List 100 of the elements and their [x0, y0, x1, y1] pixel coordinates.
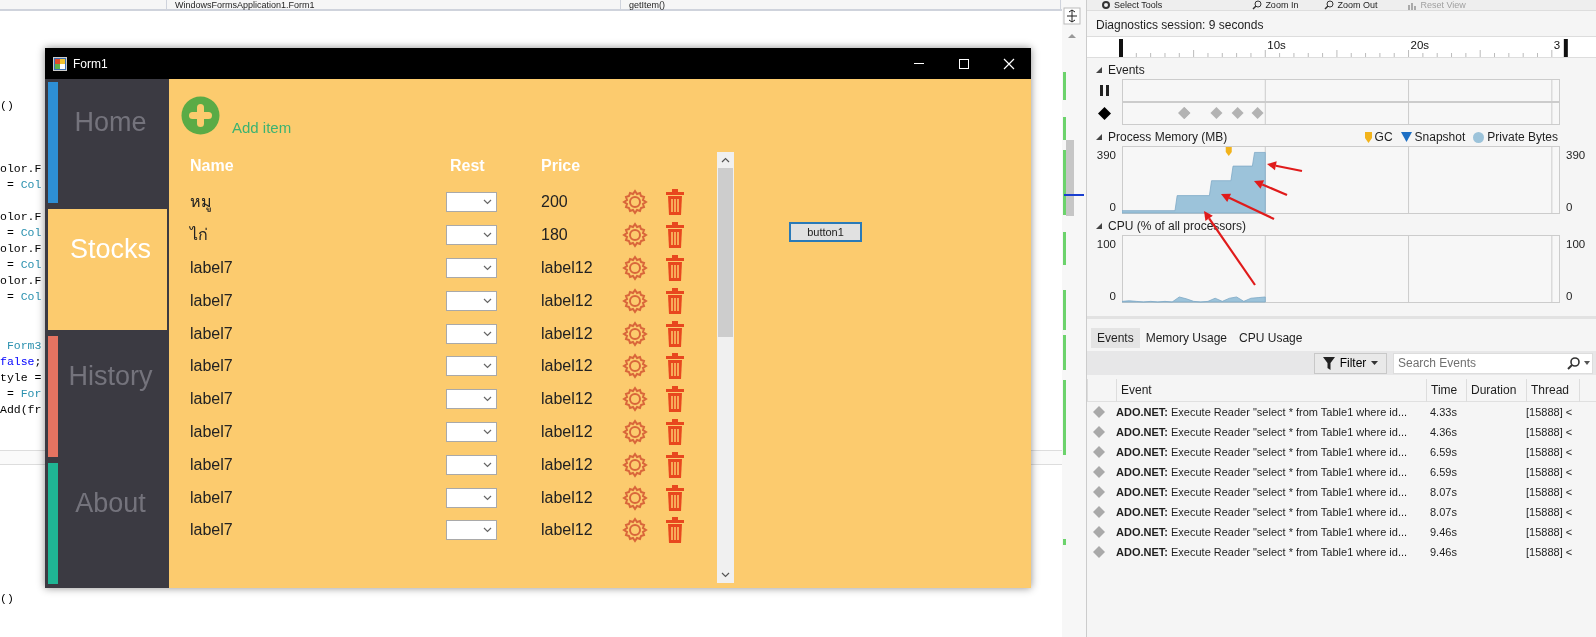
maximize-icon [957, 57, 970, 70]
ruler-label: 3 [1553, 39, 1561, 51]
item-price: label12 [541, 389, 594, 410]
axis-label: 390 [1566, 148, 1586, 162]
search-field[interactable]: Search Events [1393, 352, 1593, 374]
thread-id: [15888] < [1526, 544, 1574, 560]
rest-dropdown[interactable] [446, 487, 497, 508]
section-title: Events [1108, 62, 1145, 79]
code-line: tyle = [0, 370, 42, 386]
diamond-icon [1093, 506, 1105, 518]
gc-marker [1225, 147, 1232, 156]
event-description: ADO.NET: Execute Reader "select * from Table1 where id... [1116, 424, 1409, 440]
item-price: label12 [541, 520, 594, 541]
item-price: label12 [541, 487, 594, 508]
search-icon[interactable] [1567, 356, 1580, 370]
column-header: Thread [1526, 379, 1579, 402]
trash-icon[interactable] [666, 517, 684, 544]
event-time: 4.36s [1429, 424, 1458, 440]
close-icon [1002, 57, 1015, 70]
legend-label: GC [1374, 129, 1393, 146]
thread-id: [15888] < [1526, 464, 1574, 480]
toolbar-button[interactable]: Zoom In [1252, 0, 1305, 10]
caret-icon[interactable] [1584, 361, 1590, 365]
item-name: ไก่ [190, 225, 209, 246]
trash-icon[interactable] [666, 255, 684, 281]
trash-icon[interactable] [666, 222, 684, 249]
navigation-dropdown[interactable]: getItem() [621, 0, 1061, 9]
rest-dropdown[interactable] [446, 258, 497, 278]
trash-icon[interactable] [666, 189, 684, 216]
triangle-icon [1400, 132, 1412, 142]
diamond-icon [1093, 406, 1105, 418]
event-description: ADO.NET: Execute Reader "select * from Table1 where id... [1116, 524, 1409, 540]
trash-icon[interactable] [666, 287, 684, 314]
column-header: Time [1426, 379, 1466, 402]
diamond-icon [1093, 486, 1105, 498]
app-icon [53, 56, 67, 71]
rest-dropdown[interactable] [446, 421, 497, 442]
diamond-icon [1093, 546, 1105, 558]
item-name: label7 [190, 389, 234, 410]
event-time: 4.33s [1429, 404, 1458, 420]
trash-icon[interactable] [666, 418, 684, 445]
thread-id: [15888] < [1526, 524, 1574, 540]
trash-icon[interactable] [666, 320, 684, 347]
trash-icon[interactable] [666, 451, 684, 478]
push-button[interactable]: button1 [789, 222, 862, 242]
scrollbar[interactable] [717, 152, 734, 583]
chevron-down-icon [483, 199, 492, 206]
range-start-marker [1119, 39, 1123, 58]
rest-dropdown[interactable] [446, 520, 497, 541]
collapse-triangle-icon[interactable] [1095, 66, 1103, 74]
splitter-icon[interactable] [1063, 7, 1081, 25]
code-line: () [0, 591, 14, 607]
event-time: 9.46s [1429, 524, 1458, 540]
toolbar-button[interactable]: Select Tools [1101, 0, 1169, 10]
rest-dropdown[interactable] [446, 323, 497, 344]
range-end-marker [1563, 39, 1568, 58]
item-price: 180 [541, 225, 569, 246]
code-line: olor.F [0, 273, 42, 289]
code-line: false; [0, 354, 42, 370]
tab[interactable]: Events [1091, 328, 1140, 348]
chevron-down-icon [483, 330, 492, 337]
code-line: = For [5, 386, 42, 402]
event-marker [1251, 107, 1264, 119]
rest-dropdown[interactable] [446, 356, 497, 377]
trash-icon[interactable] [666, 353, 684, 380]
item-price: label12 [541, 258, 594, 278]
bar-chart-icon [1407, 0, 1418, 10]
rest-dropdown[interactable] [446, 290, 497, 311]
rest-dropdown[interactable] [446, 192, 497, 213]
code-line: = Col [5, 225, 42, 241]
event-time: 9.46s [1429, 544, 1458, 560]
plus-circle-icon [181, 96, 220, 135]
item-price: 200 [541, 192, 569, 213]
chevron-down-icon [483, 297, 492, 304]
trash-icon[interactable] [666, 484, 684, 511]
collapse-triangle-icon[interactable] [1095, 133, 1103, 141]
item-price: label12 [541, 323, 594, 344]
collapse-triangle-icon[interactable] [1095, 222, 1103, 230]
code-line: Add(fr [0, 402, 42, 418]
tab[interactable]: CPU Usage [1233, 328, 1309, 348]
trash-icon[interactable] [666, 386, 684, 413]
diamond-icon [1093, 466, 1105, 478]
code-line: olor.F [0, 241, 42, 257]
legend-label: Snapshot [1414, 129, 1466, 146]
event-description: ADO.NET: Execute Reader "select * from Table1 where id... [1116, 444, 1409, 460]
rest-dropdown[interactable] [446, 225, 497, 246]
position-marker [1064, 194, 1084, 196]
session-label: Diagnostics session: 9 seconds [1095, 17, 1265, 34]
scroll-thumb[interactable] [718, 168, 733, 337]
rest-dropdown[interactable] [446, 454, 497, 475]
code-line: = Col [5, 257, 42, 273]
rest-dropdown[interactable] [446, 389, 497, 410]
thread-id: [15888] < [1526, 504, 1574, 520]
item-name: label7 [190, 520, 234, 541]
filter-button[interactable]: Filter [1314, 352, 1387, 374]
tab[interactable]: Memory Usage [1139, 328, 1234, 348]
toolbar-button[interactable]: Zoom Out [1324, 0, 1384, 10]
item-name: หมู [190, 192, 213, 214]
navigation-dropdown[interactable]: WindowsFormsApplication1.Form1 [167, 0, 621, 9]
search-input[interactable]: Search Events [1398, 354, 1567, 372]
